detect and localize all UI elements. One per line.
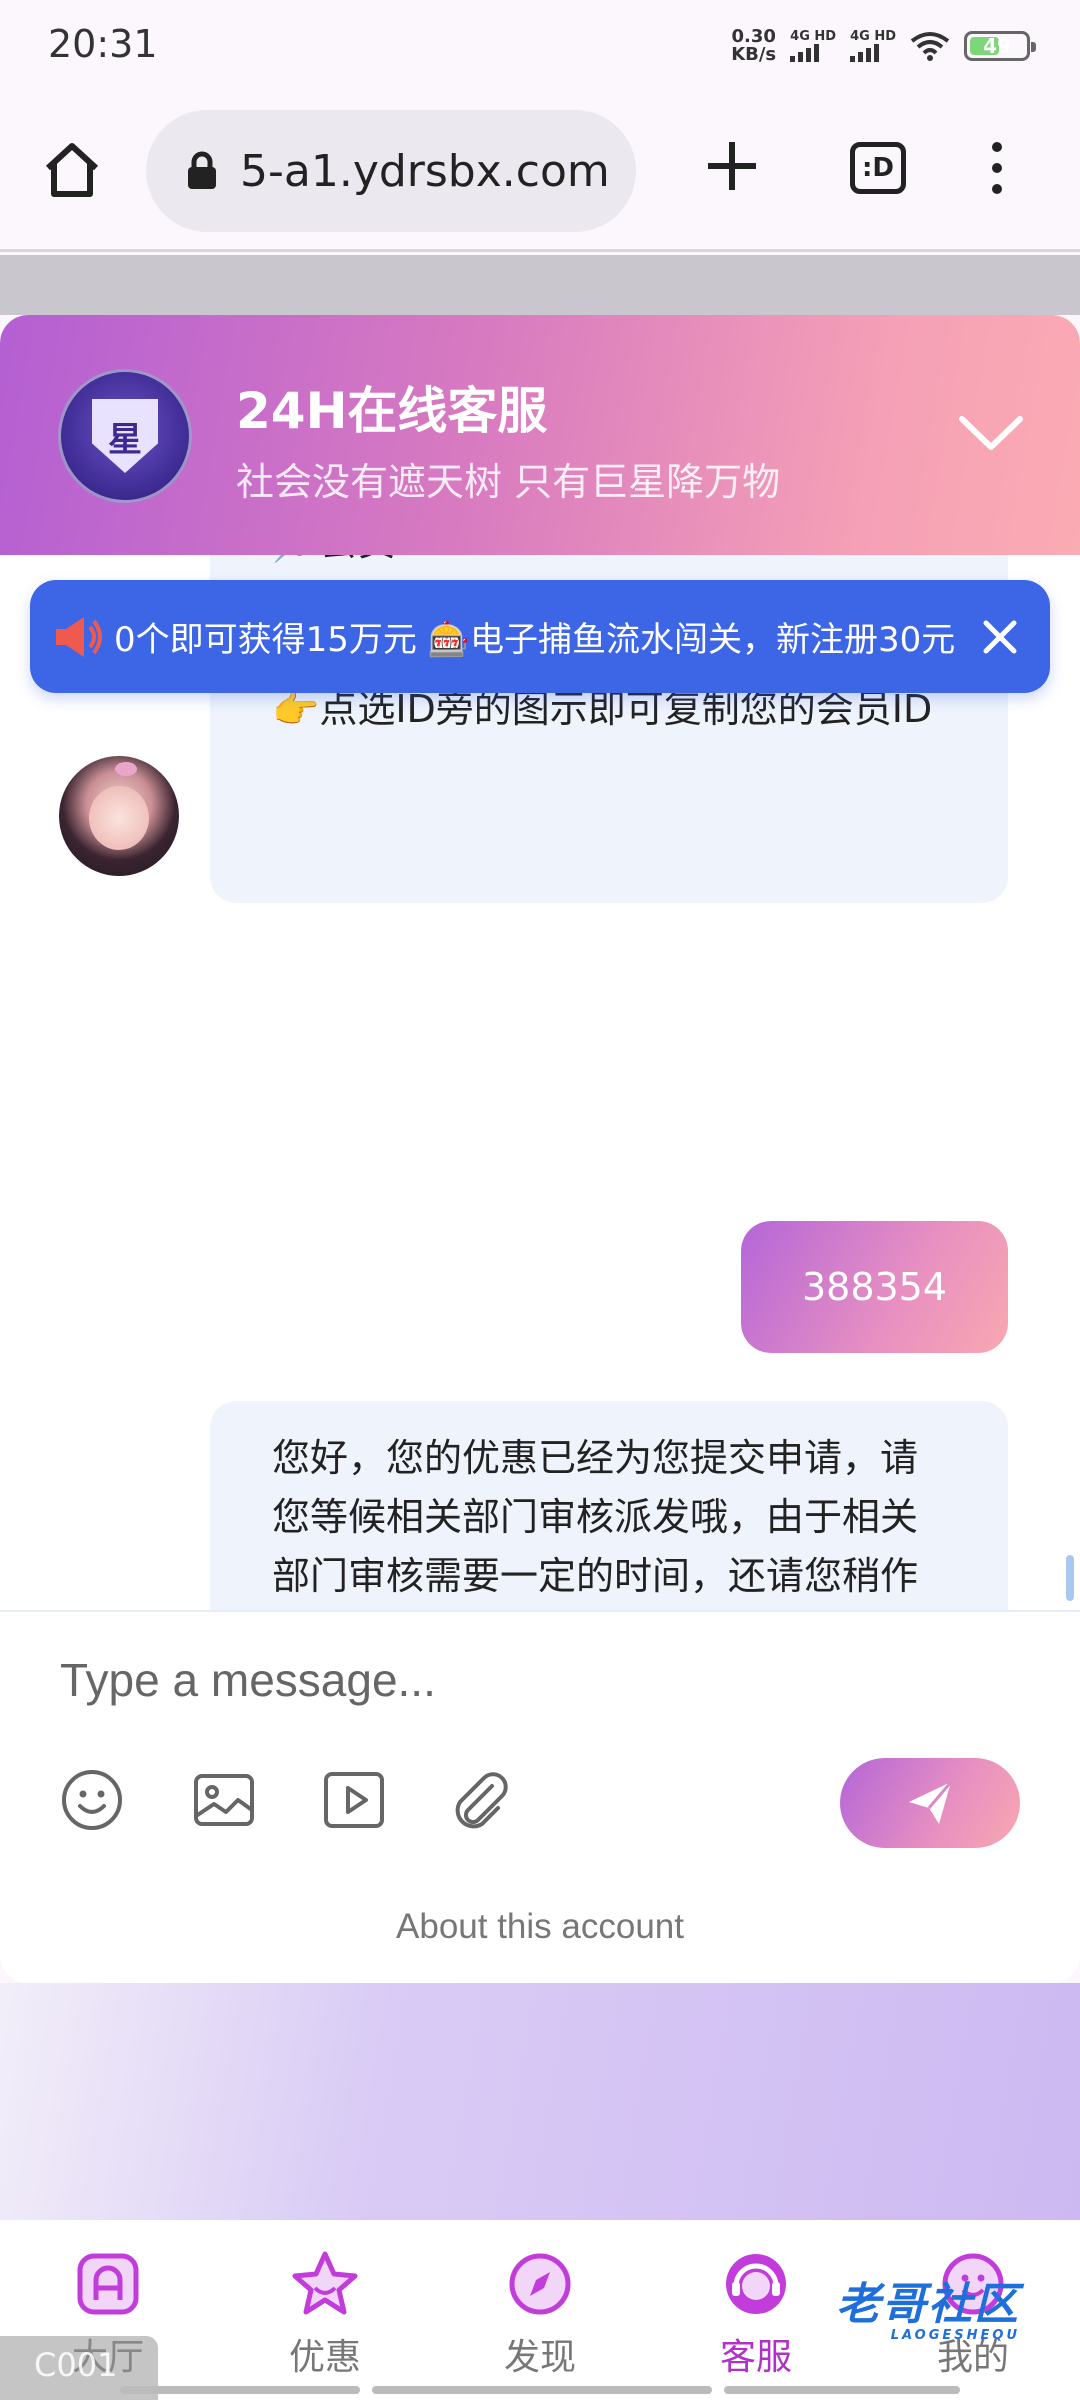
- message-text: 388354: [801, 1265, 948, 1309]
- message-text: 📌会员ID: [272, 555, 948, 572]
- lock-icon: [188, 151, 216, 189]
- nav-label: 发现: [503, 2337, 576, 2378]
- battery-icon: 49: [964, 31, 1036, 61]
- page-background-banner: [0, 1983, 1080, 2220]
- url-text: 5-a1.ydrsbx.com: [240, 145, 610, 197]
- headset-icon: [726, 2254, 786, 2314]
- chat-title: 24H在线客服: [236, 382, 548, 440]
- logo-text: 星: [108, 419, 142, 460]
- message-bubble-outgoing: 388354: [741, 1221, 1008, 1353]
- brand-logo: 星: [58, 369, 192, 503]
- gesture-bar: [120, 2386, 360, 2394]
- megaphone-icon: [56, 616, 102, 657]
- emoji-icon[interactable]: [60, 1768, 124, 1832]
- address-bar[interactable]: 5-a1.ydrsbx.com: [146, 110, 636, 232]
- watermark-subtext: LAOGESHEQU: [890, 2328, 1020, 2343]
- agent-avatar: [59, 756, 179, 876]
- page-backdrop: [0, 255, 1080, 315]
- message-composer: About this account: [0, 1610, 1080, 1983]
- gesture-bar: [724, 2386, 960, 2394]
- more-menu-icon[interactable]: [990, 142, 1004, 194]
- nav-label: 优惠: [288, 2337, 361, 2378]
- browser-toolbar: 5-a1.ydrsbx.com :D: [0, 96, 1080, 252]
- chat-widget: 星 24H在线客服 社会没有遮天树 只有巨星降万物 0个即可获得15万元 🎰电子…: [0, 315, 1080, 1983]
- send-icon: [909, 1781, 953, 1824]
- attachment-icon[interactable]: [448, 1768, 512, 1832]
- nav-item-support[interactable]: 客服: [676, 2250, 836, 2380]
- nav-item-discover[interactable]: 发现: [460, 2250, 620, 2380]
- nav-label: 客服: [719, 2337, 792, 2378]
- announcement-bar[interactable]: 0个即可获得15万元 🎰电子捕鱼流水闯关，新注册30元: [30, 580, 1050, 693]
- gesture-bar: [372, 2386, 712, 2394]
- status-bar: 20:31 0.30 KB/s 4G HD 4G HD 49: [0, 0, 1080, 96]
- message-text: 您好，您的优惠已经为您提交申请，请您等候相关部门审核派发哦，由于相关部门审核需要…: [272, 1436, 919, 1598]
- net-speed-unit: KB/s: [731, 44, 777, 65]
- scrollbar-thumb[interactable]: [1066, 1555, 1074, 1601]
- star-icon: [292, 2251, 358, 2315]
- chevron-down-icon[interactable]: [956, 411, 1026, 455]
- watermark-logo: 老哥社区 LAOGESHEQU: [836, 2268, 1020, 2343]
- status-time: 20:31: [48, 22, 158, 66]
- tab-switcher-label: :D: [862, 153, 894, 183]
- signal-icon: 4G HD: [850, 30, 896, 62]
- message-bubble-incoming: 您好，您的优惠已经为您提交申请，请您等候相关部门审核派发哦，由于相关部门审核需要…: [210, 1401, 1008, 1610]
- tab-switcher-button[interactable]: :D: [850, 142, 906, 194]
- signal-icon: 4G HD: [790, 30, 836, 62]
- message-input[interactable]: [60, 1640, 960, 1720]
- chat-header: 星 24H在线客服 社会没有遮天树 只有巨星降万物: [0, 315, 1080, 555]
- logo-shield: 星: [92, 399, 158, 473]
- message-list[interactable]: 📌会员ID 👉点选ID旁的图示即可复制您的会员ID 388354 您好，您的优惠…: [0, 555, 1080, 1610]
- net-speed: 0.30 KB/s: [731, 28, 776, 64]
- about-account-link[interactable]: About this account: [0, 1907, 1080, 1947]
- wifi-icon: [910, 32, 950, 61]
- chat-subtitle: 社会没有遮天树 只有巨星降万物: [236, 460, 781, 504]
- signal-label: 4G HD: [850, 29, 896, 44]
- lobby-icon: [77, 2253, 139, 2315]
- announcement-text: 0个即可获得15万元 🎰电子捕鱼流水闯关，新注册30元: [114, 620, 956, 660]
- home-icon[interactable]: [42, 140, 102, 200]
- watermark-text: 老哥社区: [836, 2279, 1020, 2330]
- new-tab-icon[interactable]: [704, 138, 760, 194]
- battery-level: 49: [983, 34, 1011, 58]
- close-icon[interactable]: [980, 617, 1020, 657]
- compass-icon: [509, 2253, 571, 2315]
- image-icon[interactable]: [192, 1768, 256, 1832]
- video-icon[interactable]: [322, 1768, 386, 1832]
- nav-item-promotions[interactable]: 优惠: [245, 2250, 405, 2380]
- signal-label: 4G HD: [790, 29, 837, 44]
- send-button[interactable]: [840, 1758, 1020, 1848]
- status-icons: 0.30 KB/s 4G HD 4G HD 49: [731, 28, 1036, 64]
